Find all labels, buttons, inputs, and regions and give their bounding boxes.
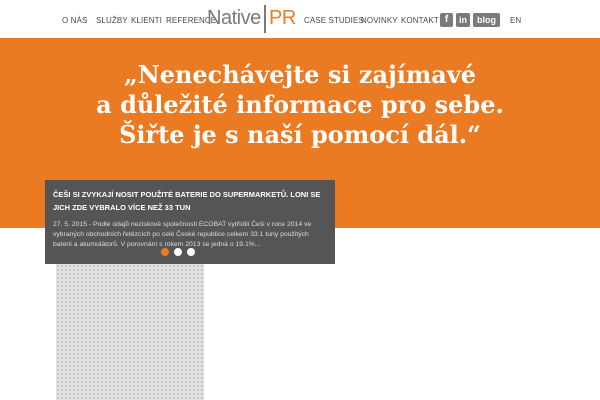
news-card[interactable]: ČEŠI SI ZVYKAJÍ NOSIT POUŽITÉ BATERIE DO…	[45, 180, 335, 264]
nav-item-sluzby[interactable]: SLUŽBY	[96, 16, 128, 25]
news-card-title[interactable]: ČEŠI SI ZVYKAJÍ NOSIT POUŽITÉ BATERIE DO…	[53, 188, 325, 214]
linkedin-icon[interactable]: in	[456, 13, 470, 27]
hero-quote-line-1: „Nenechávejte si zajímavé	[123, 60, 477, 89]
nav-item-case-studies[interactable]: CASE STUDIES	[304, 16, 364, 25]
logo-separator	[264, 5, 266, 33]
nav-item-klienti[interactable]: KLIENTI	[131, 16, 162, 25]
nav-item-novinky[interactable]: NOVINKY	[361, 16, 398, 25]
slider-dot-1[interactable]	[161, 248, 169, 256]
facebook-icon[interactable]: f	[440, 13, 453, 27]
language-switch[interactable]: EN	[510, 16, 521, 25]
news-card-excerpt: 27. 5. 2015 - Podle údajů neziskové spol…	[53, 221, 312, 248]
logo-text-pr: PR	[269, 7, 296, 29]
nav-item-o-nas[interactable]: O NÁS	[62, 16, 87, 25]
slider-dot-3[interactable]	[187, 248, 195, 256]
dotted-pattern-panel	[56, 264, 204, 400]
logo-text-native: Native	[207, 7, 261, 29]
nav-item-kontakt[interactable]: KONTAKT	[401, 16, 439, 25]
slider-dot-2[interactable]	[174, 248, 182, 256]
hero-quote-line-3: Šiřte je s naší pomocí dál.“	[119, 120, 481, 149]
hero-quote-line-2: a důležité informace pro sebe.	[96, 90, 504, 119]
site-header: O NÁS SLUŽBY KLIENTI REFERENCE Native PR…	[0, 0, 600, 38]
blog-link[interactable]: blog	[473, 13, 500, 27]
